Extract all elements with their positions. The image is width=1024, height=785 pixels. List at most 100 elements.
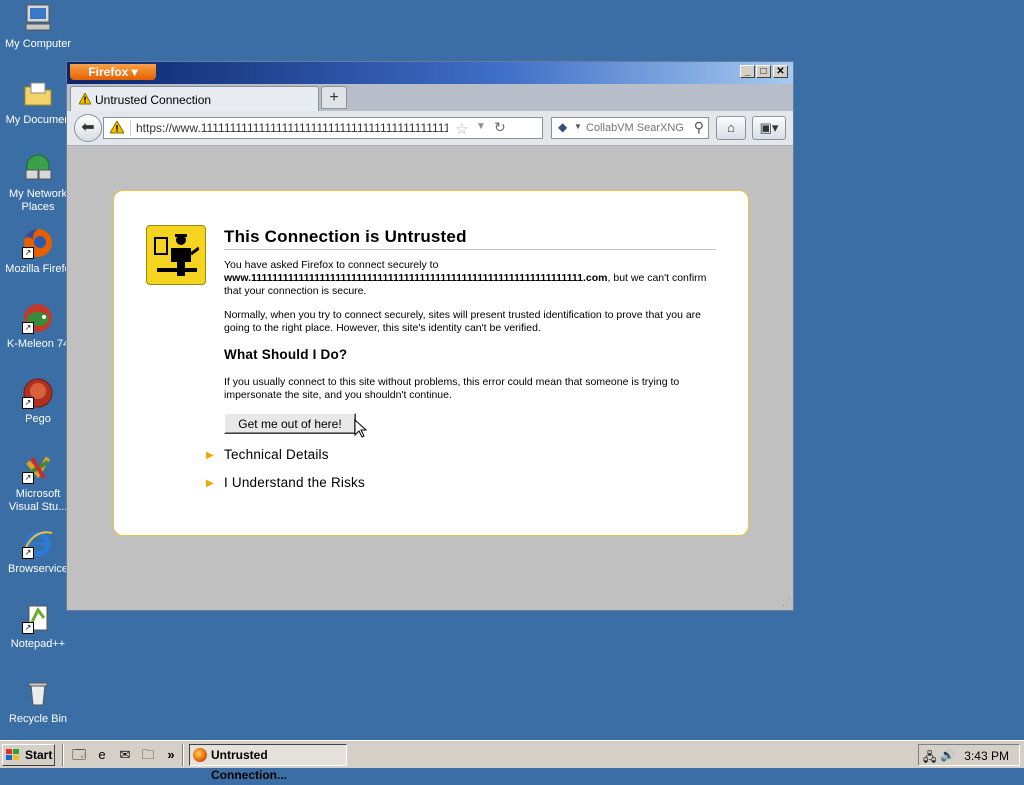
advice-paragraph: If you usually connect to this site with…: [224, 376, 680, 401]
firefox-menu-button[interactable]: Firefox ▾: [70, 64, 156, 80]
desktop-icon-k-meleon[interactable]: ↗ K-Meleon 74: [0, 302, 76, 351]
url-bar[interactable]: ☆ ▼ ↻: [103, 117, 543, 139]
shortcut-arrow-icon: ↗: [22, 322, 34, 334]
desktop-icon-label: Microsoft Visual Stu...: [8, 488, 68, 513]
resize-grip-icon[interactable]: ⋰: [782, 597, 791, 608]
back-button[interactable]: ⬅: [74, 114, 102, 142]
quicklaunch-explorer-icon[interactable]: 🗀: [139, 746, 157, 764]
url-input[interactable]: [136, 119, 448, 137]
desktop-icon-browservice[interactable]: ↗ Browservice: [0, 527, 76, 576]
quicklaunch-ie-icon[interactable]: e: [93, 746, 111, 764]
pego-icon: ↗: [22, 377, 54, 409]
desktop-icon-label: K-Meleon 74: [6, 338, 70, 350]
network-icon: [22, 152, 54, 184]
clock[interactable]: 3:43 PM: [964, 749, 1009, 763]
screenshot-button[interactable]: ▣▾: [752, 116, 786, 140]
shortcut-arrow-icon: ↗: [22, 397, 34, 409]
url-separator: [130, 120, 131, 136]
intro-paragraph: You have asked Firefox to connect secure…: [224, 259, 714, 298]
desktop-icon-label: My Documen: [5, 114, 71, 126]
desktop-icon-my-computer[interactable]: My Computer: [0, 2, 76, 51]
taskbar-separator: [62, 744, 64, 766]
quicklaunch-chevron[interactable]: »: [162, 746, 180, 764]
security-officer-icon: [146, 225, 206, 285]
get-me-out-button[interactable]: Get me out of here!: [224, 413, 356, 434]
firefox-icon: ↗: [22, 227, 54, 259]
folder-icon: [22, 78, 54, 110]
taskbar-button-firefox[interactable]: Untrusted Connection...: [189, 744, 347, 782]
bookmark-star-icon[interactable]: ☆: [455, 120, 468, 138]
network-tray-icon[interactable]: 🖧: [923, 748, 936, 769]
search-input[interactable]: [586, 120, 686, 136]
home-button[interactable]: ⌂: [716, 116, 746, 140]
taskbar: Start 🗔 e ✉ 🗀 » Untrusted Connection... …: [0, 740, 1024, 782]
what-should-i-do-heading: What Should I Do?: [224, 347, 348, 362]
desktop-icon-label: Browservice: [8, 563, 68, 575]
firefox-icon: [193, 748, 207, 762]
computer-icon: [22, 2, 54, 34]
desktop-icon-notepad-plus-plus[interactable]: ↗ Notepad++: [0, 602, 76, 651]
desktop-icon-label: Notepad++: [10, 638, 66, 650]
search-engine-icon[interactable]: ◆: [558, 120, 567, 134]
desktop-icon-label: Mozilla Firefo: [5, 263, 71, 275]
close-button[interactable]: ✕: [773, 65, 788, 78]
desktop-icon-label: My Network Places: [8, 188, 68, 213]
tab-title: Untrusted Connection: [95, 93, 212, 107]
quicklaunch-show-desktop-icon[interactable]: 🗔: [70, 746, 88, 764]
error-title: This Connection is Untrusted: [224, 227, 716, 250]
shortcut-arrow-icon: ↗: [22, 247, 34, 259]
technical-details-label: Technical Details: [224, 447, 329, 462]
windows-logo-icon: [6, 749, 19, 760]
desktop-icon-label: Pego: [25, 413, 51, 425]
new-tab-button[interactable]: +: [321, 86, 347, 109]
search-bar[interactable]: ◆ ▼ ⚲: [551, 117, 709, 139]
expand-triangle-icon: ▶: [206, 450, 214, 461]
reload-icon[interactable]: ↻: [494, 119, 506, 136]
screenshot-icon: ▣▾: [759, 120, 779, 135]
page-content: This Connection is Untrusted You have as…: [67, 146, 793, 610]
ie-icon: ↗: [22, 527, 54, 559]
explanation-paragraph: Normally, when you try to connect secure…: [224, 309, 702, 334]
back-arrow-icon: ⬅: [81, 119, 95, 136]
recycle-bin-icon: [22, 677, 54, 709]
search-engine-dropdown-icon[interactable]: ▼: [574, 122, 582, 131]
title-bar: Firefox ▾ _ □ ✕: [67, 62, 793, 84]
taskbar-separator: [182, 744, 184, 766]
maximize-button[interactable]: □: [756, 65, 771, 78]
navigation-toolbar: ⬅ ☆ ▼ ↻ ◆ ▼ ⚲ ⌂ ▣▾: [67, 111, 793, 146]
quicklaunch-outlook-icon[interactable]: ✉: [116, 746, 134, 764]
site-identity-warning-icon[interactable]: [109, 120, 125, 139]
desktop-icon-pego[interactable]: ↗ Pego: [0, 377, 76, 426]
desktop-icon-my-network-places[interactable]: My Network Places: [0, 152, 76, 214]
tab-strip: Untrusted Connection +: [67, 84, 793, 111]
understand-risks-label: I Understand the Risks: [224, 475, 365, 490]
intro-text: You have asked Firefox to connect secure…: [224, 259, 439, 271]
visual-studio-icon: ↗: [22, 452, 54, 484]
desktop-icon-my-documents[interactable]: My Documen: [0, 78, 76, 127]
desktop-icon-visual-studio[interactable]: ↗ Microsoft Visual Stu...: [0, 452, 76, 514]
error-container: This Connection is Untrusted You have as…: [113, 190, 749, 536]
expand-triangle-icon: ▶: [206, 478, 214, 489]
home-icon: ⌂: [727, 120, 735, 135]
desktop-icon-label: Recycle Bin: [8, 713, 68, 725]
tab-untrusted-connection[interactable]: Untrusted Connection: [70, 86, 319, 111]
shortcut-arrow-icon: ↗: [22, 547, 34, 559]
mouse-cursor-icon: [354, 418, 368, 444]
warning-icon: [78, 91, 92, 110]
notepad-icon: ↗: [22, 602, 54, 634]
firefox-window: Firefox ▾ _ □ ✕ Untrusted Connection + ⬅…: [66, 61, 794, 611]
kmeleon-icon: ↗: [22, 302, 54, 334]
system-tray: 🖧 🔊 3:43 PM: [918, 744, 1020, 766]
shortcut-arrow-icon: ↗: [22, 622, 34, 634]
volume-tray-icon[interactable]: 🔊: [940, 748, 955, 762]
firefox-menu-label: Firefox: [88, 65, 129, 79]
history-dropdown-icon[interactable]: ▼: [476, 121, 486, 132]
technical-details-expander[interactable]: ▶ Technical Details: [206, 447, 329, 462]
desktop-icon-recycle-bin[interactable]: Recycle Bin: [0, 677, 76, 726]
start-button[interactable]: Start: [2, 744, 55, 766]
minimize-button[interactable]: _: [740, 65, 755, 78]
search-magnifier-icon[interactable]: ⚲: [694, 119, 704, 136]
shortcut-arrow-icon: ↗: [22, 472, 34, 484]
desktop-icon-mozilla-firefox[interactable]: ↗ Mozilla Firefo: [0, 227, 76, 276]
understand-risks-expander[interactable]: ▶ I Understand the Risks: [206, 475, 365, 490]
